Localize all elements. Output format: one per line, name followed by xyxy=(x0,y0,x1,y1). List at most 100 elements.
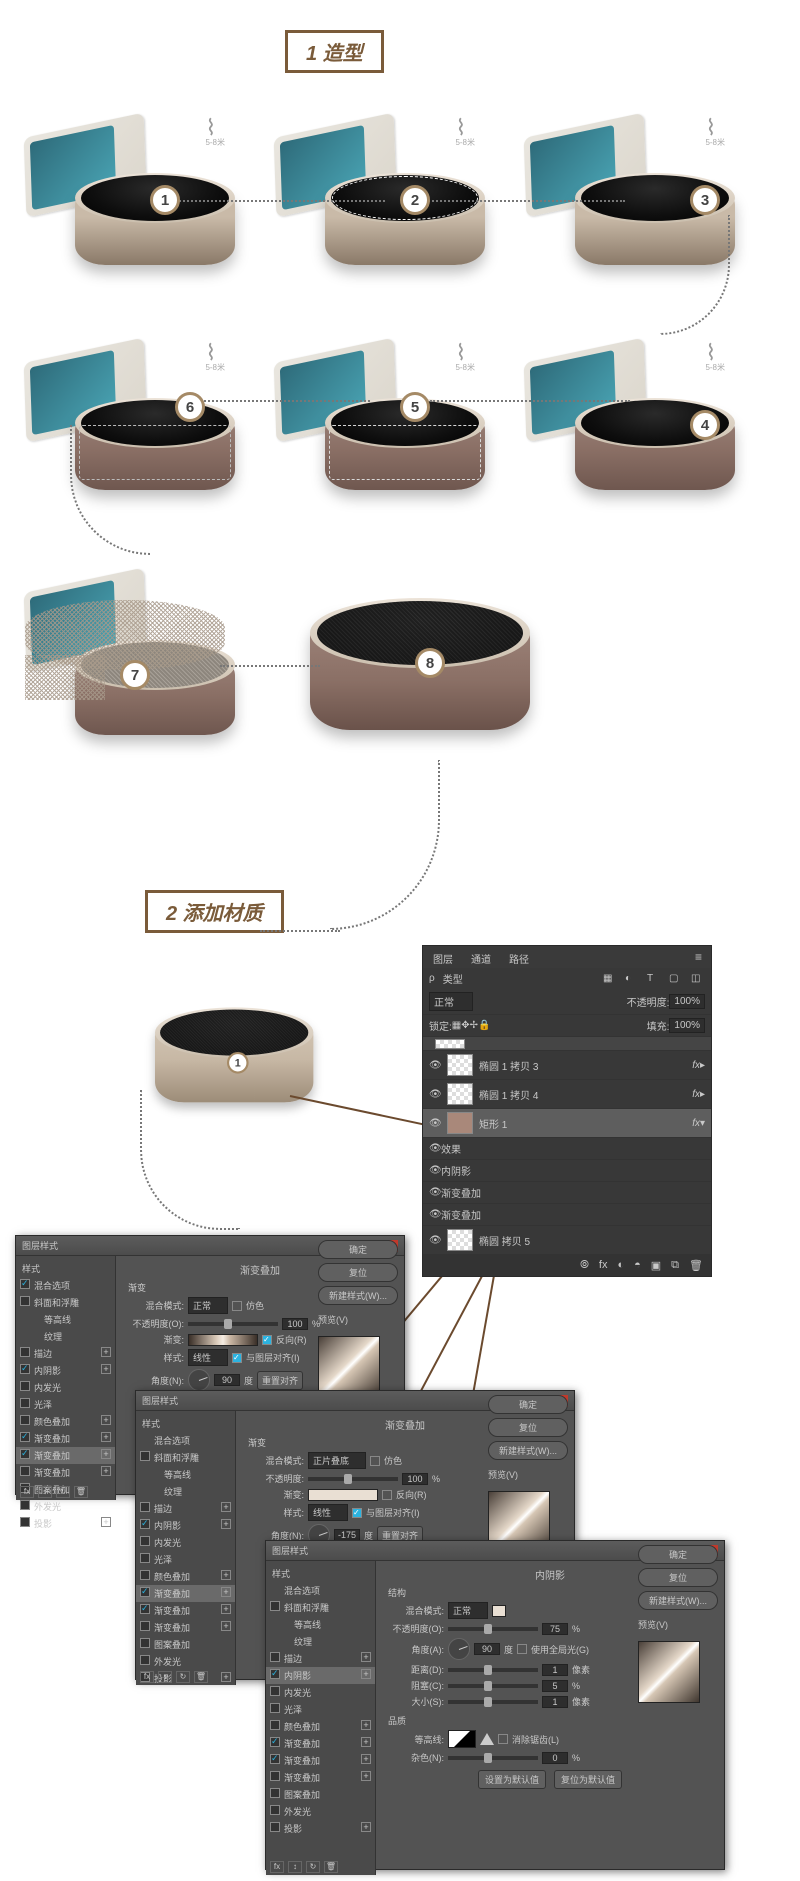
angle-input[interactable]: 90 xyxy=(214,1374,240,1386)
link-layers-icon[interactable]: ⦾ xyxy=(580,1259,589,1272)
antialias-checkbox[interactable] xyxy=(498,1734,508,1744)
layer-filter-row[interactable]: ρ 类型 ▦ ◐ T ▢ ◫ xyxy=(423,968,711,989)
satin-item[interactable]: 光泽 xyxy=(266,1701,375,1718)
tab-channels[interactable]: 通道 xyxy=(467,949,495,968)
visibility-icon[interactable]: 👁 xyxy=(429,1235,441,1246)
align-checkbox[interactable] xyxy=(232,1353,242,1363)
outer-glow-item[interactable]: 外发光 xyxy=(266,1803,375,1820)
gradient-overlay-item-a[interactable]: 渐变叠加+ xyxy=(266,1735,375,1752)
opacity-input[interactable]: 100 xyxy=(282,1318,308,1330)
layer-name[interactable]: 椭圆 1 拷贝 3 xyxy=(479,1058,538,1073)
ok-button[interactable]: 确定 xyxy=(638,1545,718,1564)
layer-style-dialog-3[interactable]: 图层样式 × 样式 混合选项 斜面和浮雕 等高线 纹理 描边+ 内阴影+ 内发光… xyxy=(265,1540,725,1870)
fx-foot-icon[interactable]: fx xyxy=(140,1671,154,1683)
blending-options[interactable]: 混合选项 xyxy=(16,1277,115,1294)
gradient-picker[interactable] xyxy=(188,1334,258,1346)
blend-select[interactable]: 正常 xyxy=(188,1297,228,1314)
fx-updown-icon[interactable]: ↕ xyxy=(158,1671,172,1683)
contour-picker[interactable] xyxy=(448,1730,476,1748)
new-layer-icon[interactable]: ⧉ xyxy=(671,1259,679,1272)
fx-badge[interactable]: fx xyxy=(692,1118,700,1129)
filter-adjust-icon[interactable]: ◐ xyxy=(625,973,639,985)
fx-trash-icon[interactable]: 🗑 xyxy=(194,1671,208,1683)
gradient-overlay-item-b[interactable]: 渐变叠加+ xyxy=(16,1447,115,1464)
bevel-emboss[interactable]: 斜面和浮雕 xyxy=(136,1449,235,1466)
layer-row-ellipse-copy-4[interactable]: 👁 椭圆 1 拷贝 4 fx▸ xyxy=(423,1080,711,1109)
ok-button[interactable]: 确定 xyxy=(318,1240,398,1259)
new-style-button[interactable]: 新建样式(W)... xyxy=(488,1441,568,1460)
layers-panel[interactable]: 图层 通道 路径 ≡ ρ 类型 ▦ ◐ T ▢ ◫ 正常 不透明度: 100% … xyxy=(422,945,712,1277)
layer-group-row[interactable] xyxy=(423,1037,711,1051)
tab-layers[interactable]: 图层 xyxy=(429,949,457,968)
layer-row-ellipse-copy-5[interactable]: 👁 椭圆 拷贝 5 xyxy=(423,1226,711,1255)
bevel-emboss[interactable]: 斜面和浮雕 xyxy=(16,1294,115,1311)
lock-row[interactable]: 锁定: ▦ ✥ ✢ 🔒 填充: 100% xyxy=(423,1015,711,1037)
bevel-contour[interactable]: 等高线 xyxy=(266,1616,375,1633)
fx-gradient-overlay-2[interactable]: 👁 渐变叠加 xyxy=(423,1204,711,1226)
lock-pixels-icon[interactable]: ▦ xyxy=(452,1020,461,1031)
angle-input[interactable]: 90 xyxy=(474,1643,500,1655)
new-style-button[interactable]: 新建样式(W)... xyxy=(318,1286,398,1305)
style-list[interactable]: 样式 混合选项 斜面和浮雕 等高线 纹理 描边+ 内阴影+ 内发光 光泽 颜色叠… xyxy=(136,1411,236,1685)
fx-reset-icon[interactable]: ↻ xyxy=(56,1486,70,1498)
inner-shadow-item[interactable]: 内阴影+ xyxy=(136,1517,235,1534)
drop-shadow-item[interactable]: 投影+ xyxy=(16,1515,115,1532)
bevel-contour[interactable]: 等高线 xyxy=(16,1311,115,1328)
fx-reset-icon[interactable]: ↻ xyxy=(306,1861,320,1873)
layer-thumb[interactable] xyxy=(447,1054,473,1076)
stroke-item[interactable]: 描边+ xyxy=(266,1650,375,1667)
layer-name[interactable]: 矩形 1 xyxy=(479,1116,507,1131)
lock-position-icon[interactable]: ✥ xyxy=(461,1020,469,1031)
satin-item[interactable]: 光泽 xyxy=(136,1551,235,1568)
dither-checkbox[interactable] xyxy=(232,1301,242,1311)
fx-effects-header[interactable]: 👁 效果 xyxy=(423,1138,711,1160)
fx-updown-icon[interactable]: ↕ xyxy=(288,1861,302,1873)
fx-badge[interactable]: fx xyxy=(692,1060,700,1071)
filter-smart-icon[interactable]: ◫ xyxy=(691,973,705,985)
gradient-overlay-item-c[interactable]: 渐变叠加+ xyxy=(266,1769,375,1786)
layer-thumb[interactable] xyxy=(447,1112,473,1134)
pattern-overlay-item[interactable]: 图案叠加 xyxy=(136,1636,235,1653)
inner-shadow-item[interactable]: 内阴影+ xyxy=(266,1667,375,1684)
bevel-contour[interactable]: 等高线 xyxy=(136,1466,235,1483)
stroke-item[interactable]: 描边+ xyxy=(136,1500,235,1517)
visibility-icon[interactable]: 👁 xyxy=(429,1118,441,1129)
dither-checkbox[interactable] xyxy=(370,1456,380,1466)
tab-paths[interactable]: 路径 xyxy=(505,949,533,968)
cancel-button[interactable]: 复位 xyxy=(488,1418,568,1437)
inner-shadow-item[interactable]: 内阴影+ xyxy=(16,1362,115,1379)
bevel-texture[interactable]: 纹理 xyxy=(16,1328,115,1345)
opacity-slider[interactable] xyxy=(448,1627,538,1631)
adjustment-icon[interactable]: ◓ xyxy=(634,1259,641,1272)
visibility-icon[interactable]: 👁 xyxy=(429,1060,441,1071)
distance-input[interactable]: 1 xyxy=(542,1664,568,1676)
reverse-checkbox[interactable] xyxy=(262,1335,272,1345)
size-slider[interactable] xyxy=(448,1700,538,1704)
blend-mode-select[interactable]: 正常 xyxy=(429,992,473,1011)
layer-row-ellipse-copy-3[interactable]: 👁 椭圆 1 拷贝 3 fx▸ xyxy=(423,1051,711,1080)
fill-value[interactable]: 100% xyxy=(669,1018,705,1033)
cancel-button[interactable]: 复位 xyxy=(638,1568,718,1587)
layer-fx-icon[interactable]: fx xyxy=(599,1259,608,1272)
color-overlay-item[interactable]: 颜色叠加+ xyxy=(16,1413,115,1430)
opacity-input[interactable]: 100 xyxy=(402,1473,428,1485)
drop-shadow-item[interactable]: 投影+ xyxy=(266,1820,375,1837)
blend-select[interactable]: 正片叠底 xyxy=(308,1452,366,1469)
panel-menu-icon[interactable]: ≡ xyxy=(691,948,707,966)
gradient-picker[interactable] xyxy=(308,1489,378,1501)
style-select[interactable]: 线性 xyxy=(308,1504,348,1521)
inner-glow-item[interactable]: 内发光 xyxy=(266,1684,375,1701)
outer-glow-item[interactable]: 外发光 xyxy=(16,1498,115,1515)
noise-slider[interactable] xyxy=(448,1756,538,1760)
style-list[interactable]: 样式 混合选项 斜面和浮雕 等高线 纹理 描边+ 内阴影+ 内发光 光泽 颜色叠… xyxy=(266,1561,376,1875)
opacity-slider[interactable] xyxy=(188,1322,278,1326)
blend-select[interactable]: 正常 xyxy=(448,1602,488,1619)
gradient-overlay-item-c[interactable]: 渐变叠加+ xyxy=(136,1619,235,1636)
lock-all-icon[interactable]: 🔒 xyxy=(478,1020,490,1031)
layer-name[interactable]: 椭圆 拷贝 5 xyxy=(479,1233,530,1248)
pattern-overlay-item[interactable]: 图案叠加 xyxy=(266,1786,375,1803)
distance-slider[interactable] xyxy=(448,1668,538,1672)
fx-trash-icon[interactable]: 🗑 xyxy=(324,1861,338,1873)
fx-badge[interactable]: fx xyxy=(692,1089,700,1100)
layer-thumb[interactable] xyxy=(447,1229,473,1251)
